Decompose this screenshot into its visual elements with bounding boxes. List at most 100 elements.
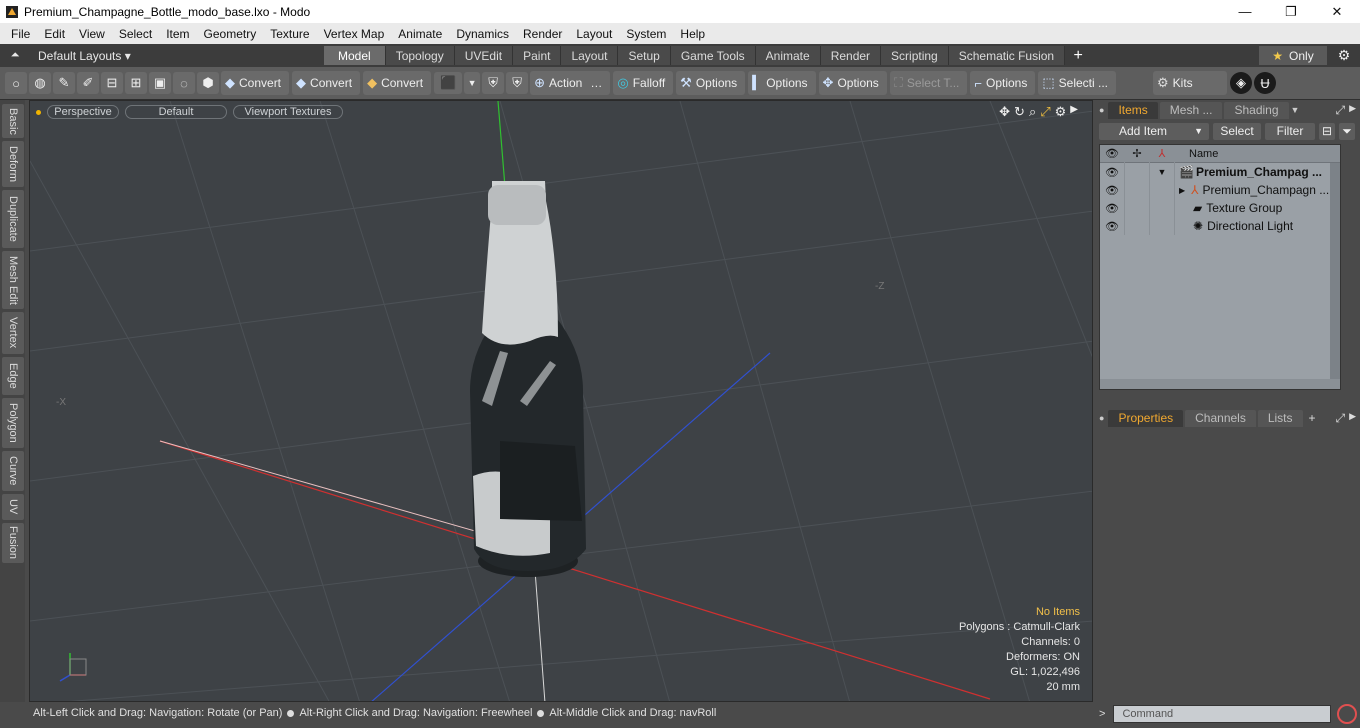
- rotate-icon[interactable]: ↻: [1014, 104, 1025, 120]
- menu-dynamics[interactable]: Dynamics: [449, 27, 516, 41]
- tab-paint[interactable]: Paint: [513, 46, 562, 65]
- tree-row-texture-group[interactable]: 👁 ▰ Texture Group: [1100, 199, 1340, 217]
- menu-select[interactable]: Select: [112, 27, 159, 41]
- viewport-arrow-icon[interactable]: ▶: [1070, 104, 1078, 120]
- selection-button[interactable]: ⬚ Selecti ...: [1038, 71, 1117, 95]
- menu-layout[interactable]: Layout: [569, 27, 619, 41]
- expand-panel-icon[interactable]: ⤢: [1335, 411, 1345, 426]
- zoom-icon[interactable]: ⌕: [1029, 104, 1036, 120]
- tab-items[interactable]: Items: [1108, 101, 1158, 119]
- menu-geometry[interactable]: Geometry: [197, 27, 264, 41]
- shading-default-dropdown[interactable]: Default: [125, 105, 227, 119]
- mesh-cube-icon[interactable]: ⬛: [434, 72, 463, 94]
- vtab-fusion[interactable]: Fusion: [2, 523, 24, 563]
- tree-horizontal-scrollbar[interactable]: [1100, 379, 1340, 389]
- select-button[interactable]: Select: [1213, 122, 1261, 140]
- item-mode-icon[interactable]: ⬢: [197, 72, 219, 94]
- command-input[interactable]: Command: [1113, 705, 1332, 723]
- vtab-basic[interactable]: Basic: [2, 104, 24, 138]
- panel-dot-icon[interactable]: ●: [1099, 105, 1104, 115]
- visibility-column-eye-icon[interactable]: 👁: [1100, 144, 1125, 163]
- options-button-4[interactable]: ⌐ Options: [970, 71, 1036, 95]
- menu-animate[interactable]: Animate: [391, 27, 449, 41]
- eye-icon[interactable]: 👁: [1100, 199, 1125, 217]
- select-through-button[interactable]: ⛶ Select T...: [889, 71, 968, 95]
- item-list-tree[interactable]: 👁 ✢ ⅄ Name 👁 ▼ 🎬 Premium_Champag ... 👁 ▶…: [1099, 144, 1341, 390]
- tab-mesh[interactable]: Mesh ...: [1159, 101, 1223, 119]
- tab-lists[interactable]: Lists: [1257, 409, 1303, 427]
- menu-vertex-map[interactable]: Vertex Map: [317, 27, 392, 41]
- menu-render[interactable]: Render: [516, 27, 569, 41]
- select-globe-icon[interactable]: ◍: [29, 72, 51, 94]
- menu-item[interactable]: Item: [159, 27, 196, 41]
- tab-channels[interactable]: Channels: [1185, 409, 1256, 427]
- eye-icon[interactable]: 👁: [1100, 217, 1125, 235]
- menu-help[interactable]: Help: [673, 27, 712, 41]
- panel-arrow-icon[interactable]: ▶: [1349, 411, 1356, 426]
- tab-uvedit[interactable]: UVEdit: [454, 46, 514, 65]
- convert-button-1[interactable]: ◆ Convert: [221, 71, 290, 95]
- add-tab-button[interactable]: +: [1309, 411, 1316, 425]
- tree-row-mesh[interactable]: 👁 ▶ ⅄ Premium_Champagn ...: [1100, 181, 1340, 199]
- viewport-menu-dot-icon[interactable]: [36, 109, 41, 115]
- add-tab-button[interactable]: +: [1065, 46, 1091, 65]
- options-button-1[interactable]: ⚒ Options: [676, 71, 746, 95]
- menu-file[interactable]: File: [4, 27, 37, 41]
- expand-panel-icon[interactable]: ⤢: [1335, 103, 1345, 118]
- vtab-uv[interactable]: UV: [2, 494, 24, 520]
- close-button[interactable]: ✕: [1314, 0, 1360, 23]
- tab-shading[interactable]: Shading: [1224, 101, 1289, 119]
- action-center-button[interactable]: ⊕ Action…: [530, 71, 611, 95]
- unity-icon[interactable]: ◈: [1230, 72, 1253, 94]
- minimize-button[interactable]: —: [1222, 0, 1268, 23]
- funnel-filter-icon[interactable]: ⏷: [1339, 122, 1355, 140]
- vtab-vertex[interactable]: Vertex: [2, 312, 24, 354]
- bevel-tool-icon[interactable]: ⊟: [101, 72, 123, 94]
- circle-select-icon[interactable]: ◌: [173, 72, 195, 94]
- eye-icon[interactable]: 👁: [1100, 181, 1125, 199]
- name-column-header[interactable]: Name: [1189, 148, 1218, 160]
- edge-slice-icon[interactable]: ⊞: [125, 72, 147, 94]
- tab-properties[interactable]: Properties: [1108, 409, 1184, 427]
- select-vertices-icon[interactable]: ○: [5, 72, 27, 94]
- chevron-down-icon[interactable]: ▼: [464, 72, 481, 94]
- add-item-button[interactable]: Add Item ▼: [1099, 122, 1209, 140]
- tab-model[interactable]: Model: [324, 46, 386, 65]
- menu-view[interactable]: View: [72, 27, 112, 41]
- viewport-textures-dropdown[interactable]: Viewport Textures: [233, 105, 343, 119]
- vtab-deform[interactable]: Deform: [2, 141, 24, 187]
- pen-tool-icon[interactable]: ✎: [53, 72, 75, 94]
- eye-icon[interactable]: 👁: [1100, 163, 1125, 181]
- menu-system[interactable]: System: [619, 27, 673, 41]
- tab-render[interactable]: Render: [820, 46, 882, 65]
- 3d-viewport[interactable]: -Z -X Perspective Default Viewport Textu…: [29, 100, 1093, 702]
- tab-game-tools[interactable]: Game Tools: [670, 46, 756, 65]
- pan-icon[interactable]: ✥: [999, 104, 1010, 120]
- viewport-settings-gear-icon[interactable]: ⚙: [1055, 104, 1067, 120]
- filter-button[interactable]: Filter: [1265, 122, 1315, 140]
- falloff-button[interactable]: ◎ Falloff: [613, 71, 674, 95]
- gear-icon[interactable]: ⚙: [1334, 46, 1354, 65]
- render-column-icon[interactable]: ⅄: [1150, 144, 1175, 163]
- only-toggle-button[interactable]: ★ Only: [1259, 46, 1327, 65]
- vtab-edge[interactable]: Edge: [2, 357, 24, 395]
- menu-edit[interactable]: Edit: [37, 27, 72, 41]
- vtab-curve[interactable]: Curve: [2, 451, 24, 491]
- view-perspective-dropdown[interactable]: Perspective: [47, 105, 119, 119]
- tab-animate[interactable]: Animate: [755, 46, 821, 65]
- tree-row-scene[interactable]: 👁 ▼ 🎬 Premium_Champag ...: [1100, 163, 1340, 181]
- tab-scripting[interactable]: Scripting: [881, 46, 949, 65]
- tree-vertical-scrollbar[interactable]: [1330, 163, 1340, 381]
- options-button-3[interactable]: ✥ Options: [818, 71, 887, 95]
- snap-shield-icon[interactable]: ⛨: [506, 72, 529, 94]
- brush-tool-icon[interactable]: ✐: [77, 72, 99, 94]
- chevron-down-icon[interactable]: ▼: [1291, 105, 1300, 115]
- vtab-polygon[interactable]: Polygon: [2, 398, 24, 448]
- polygon-select-icon[interactable]: ▣: [149, 72, 171, 94]
- lock-column-icon[interactable]: ✢: [1125, 144, 1150, 163]
- kits-button[interactable]: ⚙ Kits: [1153, 71, 1228, 95]
- convert-button-3[interactable]: ◆ Convert: [363, 71, 432, 95]
- tree-row-directional-light[interactable]: 👁 ✺ Directional Light: [1100, 217, 1340, 235]
- command-clear-icon[interactable]: [1337, 704, 1358, 724]
- tab-setup[interactable]: Setup: [618, 46, 671, 65]
